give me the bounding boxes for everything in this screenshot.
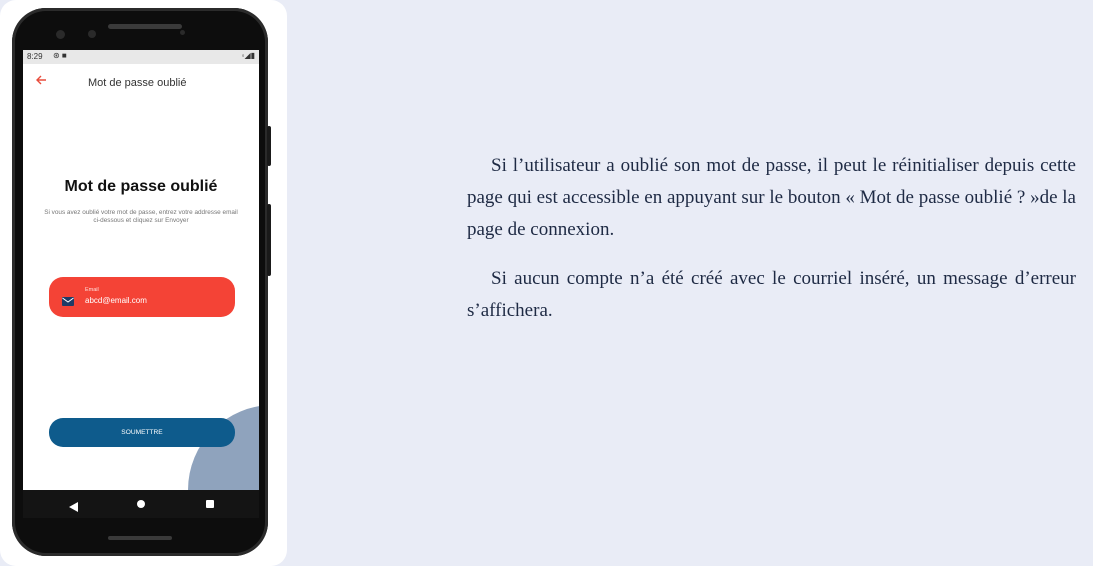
email-field[interactable]: Email abcd@email.com: [49, 277, 235, 317]
nav-recents-icon[interactable]: [206, 500, 214, 508]
status-bar: 8:29 ⊛ ■ ◦◢▮: [23, 50, 259, 64]
nav-home-icon[interactable]: [137, 500, 145, 508]
arrow-left-icon[interactable]: [35, 73, 47, 89]
description-text: Si l’utilisateur a oublié son mot de pas…: [467, 150, 1076, 345]
app-bar: Mot de passe oublié: [23, 64, 259, 100]
submit-button[interactable]: SOUMETTRE: [49, 418, 235, 447]
power-button: [267, 126, 271, 166]
volume-button: [267, 204, 271, 276]
paragraph-error-message: Si aucun compte n’a été créé avec le cou…: [467, 268, 1076, 322]
page-description: Si vous avez oublié votre mot de passe, …: [44, 209, 238, 224]
mail-icon: [62, 293, 74, 311]
bottom-speaker: [108, 536, 172, 540]
status-right-icons: ◦◢▮: [241, 51, 255, 60]
app-bar-title: Mot de passe oublié: [88, 77, 187, 89]
paragraph-forgot-password: Si l’utilisateur a oublié son mot de pas…: [467, 155, 1076, 240]
email-label: Email: [85, 287, 99, 293]
phone-screen: 8:29 ⊛ ■ ◦◢▮ Mot de passe oublié Mot de …: [23, 50, 259, 518]
screenshot-card: 8:29 ⊛ ■ ◦◢▮ Mot de passe oublié Mot de …: [0, 0, 287, 566]
email-value[interactable]: abcd@email.com: [85, 296, 147, 305]
nav-back-icon[interactable]: [69, 499, 78, 517]
earpiece-speaker: [108, 24, 182, 29]
android-nav-bar: [23, 490, 259, 518]
front-sensor: [88, 30, 96, 38]
status-time: 8:29: [27, 52, 43, 61]
page-heading: Mot de passe oublié: [64, 178, 218, 195]
status-left-icons: ⊛ ■: [53, 51, 67, 60]
front-camera: [56, 30, 65, 39]
proximity-sensor: [180, 30, 185, 35]
